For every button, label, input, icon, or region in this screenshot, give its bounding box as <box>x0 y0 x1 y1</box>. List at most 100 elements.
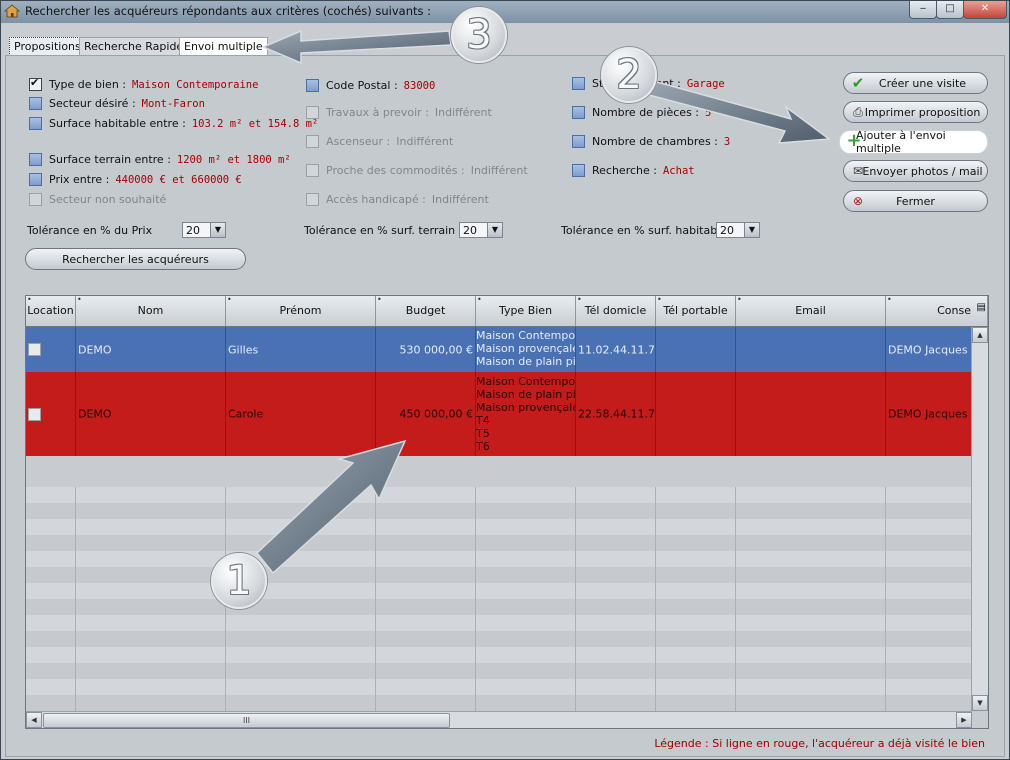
cell-tel-portable <box>656 327 736 372</box>
criterion-code-postal[interactable]: Code Postal : 83000 <box>306 79 435 92</box>
cell-tel-domicile: 11.02.44.11.77 <box>578 343 656 356</box>
empty-row <box>26 535 972 551</box>
close-window-button[interactable]: ✕ <box>963 1 1007 19</box>
checkbox[interactable] <box>572 135 585 148</box>
table-row[interactable]: DEMO Carole 450 000,00 € Maison Contempo… <box>26 372 972 456</box>
tolerance-prix-select[interactable]: 20 ▼ <box>182 222 226 238</box>
checkbox[interactable] <box>306 164 319 177</box>
checkbox[interactable] <box>29 173 42 186</box>
checkbox[interactable] <box>306 106 319 119</box>
tab-propositions[interactable]: Propositions <box>9 37 86 56</box>
column-header-conseiller[interactable]: Conse <box>886 296 988 326</box>
checkbox[interactable] <box>29 97 42 110</box>
ajouter-envoi-multiple-button[interactable]: + Ajouter à l'envoi multiple <box>839 129 988 155</box>
checkbox[interactable] <box>29 117 42 130</box>
column-header-email[interactable]: Email <box>736 296 886 326</box>
minimize-button[interactable]: ‒ <box>909 1 937 19</box>
checkbox[interactable] <box>306 79 319 92</box>
cell-tel-domicile: 22.58.44.11.77 <box>578 407 656 421</box>
empty-row <box>26 551 972 567</box>
criterion-surface-habitable[interactable]: Surface habitable entre : 103.2 m² et 15… <box>29 117 318 130</box>
column-chooser-icon[interactable]: ▤ <box>977 302 986 313</box>
scroll-right-icon[interactable]: ▶ <box>956 712 972 728</box>
cell-budget: 530 000,00 € <box>399 343 473 356</box>
tab-recherche-rapide[interactable]: Recherche Rapide <box>79 37 189 55</box>
checkbox[interactable] <box>572 77 585 90</box>
horizontal-scrollbar[interactable]: ◀ III ▶ <box>26 711 972 728</box>
checkbox[interactable] <box>572 164 585 177</box>
vertical-scrollbar[interactable]: ▲ ▼ <box>971 327 988 711</box>
callout-2: 2 <box>601 47 657 103</box>
printer-icon: ⎙ <box>853 105 863 119</box>
chevron-down-icon[interactable]: ▼ <box>744 223 759 237</box>
cell-prenom: Carole <box>228 407 264 421</box>
criterion-acces-handicape[interactable]: Accès handicapé : Indifférent <box>306 193 489 206</box>
criterion-travaux[interactable]: Travaux à prevoir : Indifférent <box>306 106 492 119</box>
criterion-type-bien[interactable]: Type de bien : Maison Contemporaine <box>29 76 258 91</box>
row-checkbox[interactable] <box>28 343 41 356</box>
checkbox[interactable] <box>572 106 585 119</box>
envoyer-photos-mail-button[interactable]: ✉ Envoyer photos / mail <box>843 160 988 182</box>
checkbox[interactable] <box>29 76 42 91</box>
scroll-up-icon[interactable]: ▲ <box>972 327 988 343</box>
close-icon: ⊗ <box>852 194 864 208</box>
horizontal-scroll-thumb[interactable]: III <box>43 713 450 728</box>
criterion-surface-terrain[interactable]: Surface terrain entre : 1200 m² et 1800 … <box>29 153 291 166</box>
column-header-tel-portable[interactable]: Tél portable <box>656 296 736 326</box>
window-title: Rechercher les acquéreurs répondants aux… <box>25 4 432 18</box>
column-header-budget[interactable]: Budget <box>376 296 476 326</box>
house-icon <box>4 4 20 18</box>
criterion-commodites[interactable]: Proche des commodités : Indifférent <box>306 164 528 177</box>
criterion-secteur-non-souhaite[interactable]: Secteur non souhaité <box>29 193 166 206</box>
table-row[interactable]: DEMO Gilles 530 000,00 € Maison Contempo… <box>26 327 972 372</box>
table-header: Location Nom Prénom Budget Type Bien Tél… <box>26 296 988 327</box>
checkbox[interactable] <box>306 135 319 148</box>
tolerance-habitable-select[interactable]: 20 ▼ <box>716 222 760 238</box>
criterion-recherche[interactable]: Recherche : Achat <box>572 164 695 177</box>
column-header-nom[interactable]: Nom <box>76 296 226 326</box>
plus-icon: + <box>846 130 862 151</box>
scroll-down-icon[interactable]: ▼ <box>972 695 988 711</box>
criterion-nombre-chambres[interactable]: Nombre de chambres : 3 <box>572 135 730 148</box>
callout-1: 1 <box>211 553 267 609</box>
cell-type-bien: Maison Contemporai Maison provençale Mai… <box>476 327 576 372</box>
column-divider <box>475 487 476 711</box>
criterion-secteur-desire[interactable]: Secteur désiré : Mont-Faron <box>29 97 205 110</box>
legend-text: Légende : Si ligne en rouge, l'acquéreur… <box>654 737 985 750</box>
fermer-button[interactable]: ⊗ Fermer <box>843 190 988 212</box>
column-divider <box>575 487 576 711</box>
checkbox[interactable] <box>29 153 42 166</box>
checkbox[interactable] <box>306 193 319 206</box>
imprimer-proposition-button[interactable]: ⎙ Imprimer proposition <box>843 101 988 123</box>
checkbox[interactable] <box>29 193 42 206</box>
criterion-ascenseur[interactable]: Ascenseur : Indifférent <box>306 135 453 148</box>
column-divider <box>375 487 376 711</box>
empty-row <box>26 583 972 599</box>
column-divider <box>735 487 736 711</box>
empty-row <box>26 599 972 615</box>
rechercher-acquereurs-button[interactable]: Rechercher les acquéreurs <box>25 248 246 270</box>
scroll-left-icon[interactable]: ◀ <box>26 712 42 728</box>
criterion-prix[interactable]: Prix entre : 440000 € et 660000 € <box>29 173 242 186</box>
results-table: Location Nom Prénom Budget Type Bien Tél… <box>25 295 989 729</box>
mail-icon: ✉ <box>852 164 864 178</box>
creer-visite-button[interactable]: ✔ Créer une visite <box>843 72 988 94</box>
tolerance-terrain-select[interactable]: 20 ▼ <box>459 222 503 238</box>
cell-conseiller: DEMO Jacques <box>888 407 968 421</box>
cell-nom: DEMO <box>78 407 112 421</box>
tolerance-habitable: Tolérance en % surf. habitable 20 ▼ <box>561 222 760 238</box>
cell-nom: DEMO <box>78 343 112 356</box>
row-checkbox[interactable] <box>28 408 41 421</box>
tab-envoi-multiple[interactable]: Envoi multiple <box>179 37 268 55</box>
column-header-location[interactable]: Location <box>26 296 76 326</box>
callout-3: 3 <box>451 7 507 63</box>
criterion-nombre-pieces[interactable]: Nombre de pièces : 5 <box>572 106 711 119</box>
chevron-down-icon[interactable]: ▼ <box>210 223 225 237</box>
empty-row <box>26 487 972 503</box>
column-header-tel-domicile[interactable]: Tél domicle <box>576 296 656 326</box>
maximize-button[interactable]: □ <box>936 1 964 19</box>
chevron-down-icon[interactable]: ▼ <box>487 223 502 237</box>
empty-row <box>26 679 972 695</box>
column-header-type-bien[interactable]: Type Bien <box>476 296 576 326</box>
column-header-prenom[interactable]: Prénom <box>226 296 376 326</box>
